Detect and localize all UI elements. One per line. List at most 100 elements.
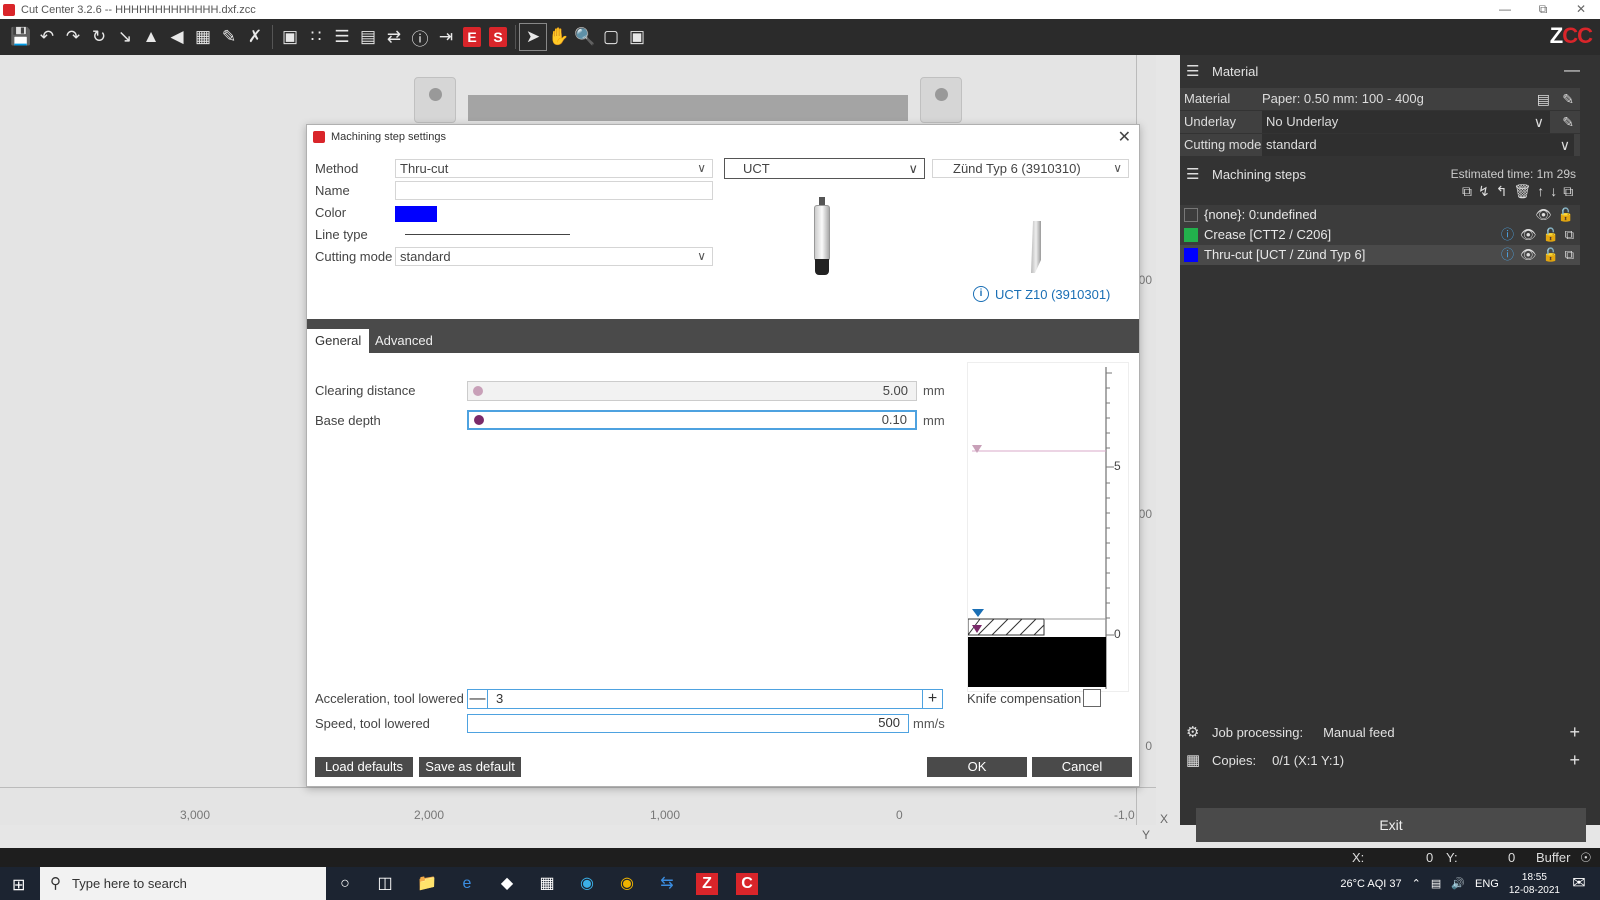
tool-info-link[interactable]: i UCT Z10 (3910301) [973,286,1110,302]
lock-icon[interactable]: 🔓 [1543,225,1559,245]
acceleration-stepper[interactable]: — 3 + [467,689,943,709]
clock[interactable]: 18:55 12-08-2021 [1509,871,1560,897]
color-swatch[interactable] [395,206,437,222]
copy-step-icon[interactable]: ⧉ [1563,183,1573,200]
info-icon[interactable]: ⓘ [1501,225,1514,245]
slider-handle[interactable] [474,415,484,425]
add-icon[interactable]: + [1569,750,1580,771]
info-icon[interactable]: ⓘ [1501,245,1514,265]
app-icon[interactable]: ◆ [496,873,518,895]
arrange-icon[interactable]: ☰ [329,24,355,50]
copy-icon[interactable]: ⧉ [1565,245,1574,265]
merge-step-icon[interactable]: ↯ [1478,183,1490,200]
cancel-button[interactable]: Cancel [1032,757,1132,777]
name-input[interactable] [395,181,713,200]
group-icon[interactable]: ▦ [190,24,216,50]
step-row[interactable]: {none}: 0:undefined 👁 🔓 [1180,205,1580,225]
method-select[interactable]: Thru-cut ∨ [395,159,713,178]
step-row[interactable]: Crease [CTT2 / C206] ⓘ 👁 🔓 ⧉ [1180,225,1580,245]
task-view-icon[interactable]: ◫ [374,873,396,895]
blade-select[interactable]: Zünd Typ 6 (3910310) ∨ [932,159,1129,178]
clearing-distance-slider[interactable]: 5.00 [467,381,917,401]
distribute-icon[interactable]: ∷ [303,24,329,50]
cortana-icon[interactable]: ○ [334,873,356,895]
edge-icon[interactable]: ◉ [576,873,598,895]
mirror-horizontal-icon[interactable]: ◀ [164,24,190,50]
edit-icon[interactable]: ✎ [1562,88,1574,110]
slider-handle[interactable] [473,386,483,396]
knife-compensation-checkbox[interactable] [1083,689,1101,707]
redo-icon[interactable]: ↷ [60,24,86,50]
taskbar-search[interactable]: ⚲ Type here to search [40,867,326,900]
add-icon[interactable]: + [1569,722,1580,743]
save-as-default-button[interactable]: Save as default [419,757,521,777]
chrome-icon[interactable]: ◉ [616,873,638,895]
tool-select[interactable]: UCT ∨ [724,158,925,179]
nest-icon[interactable]: ▤ [355,24,381,50]
increment-button[interactable]: + [922,690,942,708]
pan-hand-icon[interactable]: ✋ [546,24,572,50]
split-step-icon[interactable]: ↰ [1496,183,1508,200]
cutting-mode-select[interactable]: standard ∨ [395,247,713,266]
network-icon[interactable]: ▤ [1431,877,1441,890]
delete-step-icon[interactable]: 🗑 [1513,183,1531,200]
notification-icon[interactable]: ✉ [1568,873,1590,895]
move-down-icon[interactable]: ↓ [1550,183,1557,200]
lock-icon[interactable]: 🔓 [1558,205,1574,225]
teamviewer-icon[interactable]: ⇆ [656,873,678,895]
visibility-eye-icon[interactable]: 👁 [1535,205,1552,225]
zoom-extent-icon[interactable]: ▣ [624,24,650,50]
decrement-button[interactable]: — [468,690,488,708]
windows-start-icon[interactable]: ⊞ [12,875,25,895]
step-row-selected[interactable]: Thru-cut [UCT / Zünd Typ 6] ⓘ 👁 🔓 ⧉ [1180,245,1580,265]
rotate-icon[interactable]: ↻ [86,24,112,50]
copies-row[interactable]: ▦ Copies: 0/1 (X:1 Y:1) + [1180,748,1580,772]
e-mode-icon[interactable]: E [463,27,481,47]
weather-text[interactable]: 26°C AQI 37 [1340,878,1401,890]
internet-explorer-icon[interactable]: e [456,873,478,895]
minimize-icon[interactable]: — [1486,0,1524,19]
file-explorer-icon[interactable]: 📁 [416,873,438,895]
info-icon[interactable]: ⓘ [407,24,433,50]
calculator-icon[interactable]: ▦ [536,873,558,895]
job-processing-row[interactable]: ⚙ Job processing: Manual feed + [1180,720,1580,744]
close-icon[interactable]: ✕ [1562,0,1600,19]
save-icon[interactable]: 💾 [8,24,34,50]
import-icon[interactable]: ⇥ [433,24,459,50]
buffer-icon[interactable]: ☉ [1580,850,1592,866]
material-row[interactable]: Material Paper: 0.50 mm: 100 - 400g ▤ ✎ [1180,88,1580,110]
lock-icon[interactable]: 🔓 [1543,245,1559,265]
visibility-eye-icon[interactable]: 👁 [1520,225,1537,245]
move-up-icon[interactable]: ↑ [1537,183,1544,200]
undo-icon[interactable]: ↶ [34,24,60,50]
zoom-fit-icon[interactable]: ▢ [598,24,624,50]
base-depth-slider[interactable]: 0.10 [467,410,917,430]
select-pointer-icon[interactable]: ➤ [519,23,547,51]
mirror-vertical-icon[interactable]: ▲ [138,24,164,50]
cut-center-app-icon[interactable]: C [736,873,758,895]
underlay-row[interactable]: Underlay No Underlay ∨ ✎ [1180,111,1580,133]
line-type-preview[interactable] [405,234,570,235]
language-indicator[interactable]: ENG [1475,878,1499,890]
edit-path-icon[interactable]: ✎ [216,24,242,50]
zoom-icon[interactable]: 🔍 [572,24,598,50]
s-mode-icon[interactable]: S [489,27,507,47]
delete-path-icon[interactable]: ✗ [242,24,268,50]
collapse-icon[interactable]: — [1564,62,1580,80]
align-icon[interactable]: ▣ [277,24,303,50]
ok-button[interactable]: OK [927,757,1027,777]
load-defaults-button[interactable]: Load defaults [315,757,413,777]
edit-icon[interactable]: ✎ [1562,111,1574,133]
speed-input[interactable]: 500 [467,714,909,733]
tab-advanced[interactable]: Advanced [367,329,441,353]
cutting-mode-row[interactable]: Cutting mode standard ∨ [1180,134,1580,156]
material-properties-icon[interactable]: ▤ [1537,88,1550,110]
zund-app-icon[interactable]: Z [696,873,718,895]
move-diagonal-icon[interactable]: ↘ [112,24,138,50]
dialog-close-icon[interactable]: ✕ [1118,127,1131,147]
order-icon[interactable]: ⇄ [381,24,407,50]
restore-icon[interactable]: ⧉ [1524,0,1562,19]
copy-icon[interactable]: ⧉ [1565,225,1574,245]
tray-up-icon[interactable]: ⌃ [1412,877,1421,890]
volume-icon[interactable]: 🔊 [1451,877,1465,890]
